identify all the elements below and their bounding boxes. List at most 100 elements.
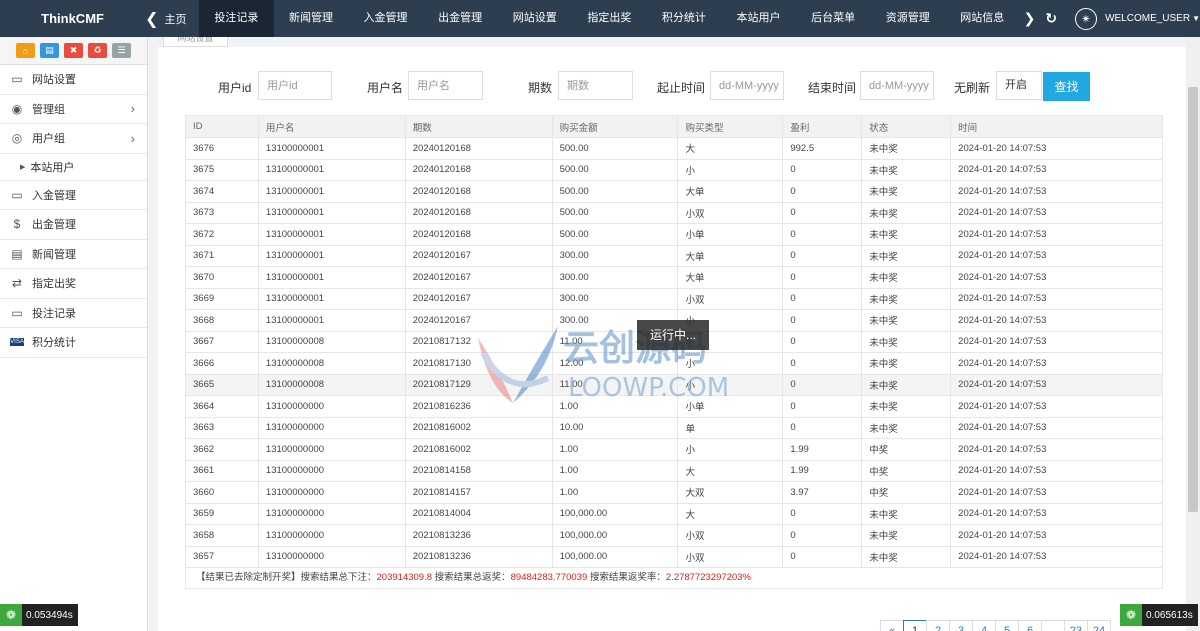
page-link[interactable]: 2	[926, 620, 950, 631]
scrollbar-thumb[interactable]	[1188, 87, 1198, 512]
table-row[interactable]: 3658 13100000000 20210813236 100,000.00 小双 0 未…	[185, 524, 1163, 547]
column-header[interactable]: 时间	[950, 115, 1163, 138]
table-cell: 0	[782, 352, 863, 375]
page-link[interactable]: 23	[1064, 620, 1088, 631]
column-header[interactable]: 状态	[861, 115, 952, 138]
scrollbar[interactable]	[1186, 37, 1200, 631]
user-id-input[interactable]	[258, 71, 332, 100]
trash-icon[interactable]: ✖	[64, 43, 83, 58]
page-link[interactable]: 24	[1087, 620, 1111, 631]
nav-item[interactable]: 指定出奖	[572, 0, 647, 37]
table-cell: 小单	[677, 395, 784, 418]
return-rate-value: 2.2787723297203%	[665, 572, 751, 583]
table-cell: 2024-01-20 14:07:53	[950, 244, 1163, 267]
nav-item[interactable]: 出金管理	[423, 0, 498, 37]
tab-website-settings[interactable]: 网站设置	[163, 37, 228, 47]
summary-row: 【结果已去除定制开奖】搜索结果总下注：203914309.8 搜索结果总返奖：8…	[185, 567, 1163, 589]
page-link[interactable]: 1	[903, 620, 927, 631]
chevron-right-icon[interactable]: ❯	[1024, 10, 1036, 27]
sidebar-item[interactable]: ▭ 网站设置	[0, 65, 147, 95]
table-row[interactable]: 3666 13100000008 20210817130 12.00 小 0 未中奖 2024…	[185, 352, 1163, 375]
sidebar-subitem-site-users[interactable]: ▶ 本站用户	[0, 153, 147, 181]
column-header[interactable]: ID	[185, 115, 259, 138]
nav-item[interactable]: 资源管理	[870, 0, 945, 37]
recycle-icon[interactable]: ♻	[88, 43, 107, 58]
column-header[interactable]: 期数	[404, 115, 553, 138]
list-icon[interactable]: ☰	[112, 43, 131, 58]
table-cell: 1.00	[551, 481, 679, 504]
nav-item[interactable]: 后台菜单	[796, 0, 871, 37]
table-header-row: ID 用户名 期数 购买金额 购买类型 盈利 状态 时间	[185, 115, 1163, 138]
nav-item[interactable]: 入金管理	[348, 0, 423, 37]
page-link[interactable]: 3	[949, 620, 973, 631]
column-header[interactable]: 购买类型	[677, 115, 784, 138]
table-cell: 20210814004	[404, 502, 553, 525]
chevron-left-icon: ❮	[145, 10, 159, 28]
table-row[interactable]: 3672 13100000001 20240120168 500.00 小单 0 未中奖 20…	[185, 223, 1163, 246]
table-row[interactable]: 3664 13100000000 20210816236 1.00 小单 0 未中奖 2024…	[185, 395, 1163, 418]
timer-right: ❁ 0.065613s	[1120, 604, 1198, 626]
sidebar-item[interactable]: ◉ 管理组 ›	[0, 95, 147, 124]
sidebar-item[interactable]: ◎ 用户组 ›	[0, 124, 147, 154]
table-cell: 13100000000	[257, 416, 406, 439]
sidebar-item[interactable]: ▭ 投注记录	[0, 299, 147, 328]
table-row[interactable]: 3659 13100000000 20210814004 100,000.00 大 0 未中…	[185, 502, 1163, 525]
table-row[interactable]: 3657 13100000000 20210813236 100,000.00 小双 0 未…	[185, 545, 1163, 568]
column-header[interactable]: 购买金额	[551, 115, 679, 138]
table-row[interactable]: 3674 13100000001 20240120168 500.00 大单 0 未中奖 20…	[185, 180, 1163, 203]
nav-item[interactable]: 投注记录	[199, 0, 274, 37]
table-row[interactable]: 3676 13100000001 20240120168 500.00 大 992.5 未中…	[185, 137, 1163, 160]
table-row[interactable]: 3660 13100000000 20210814157 1.00 大双 3.97 中奖 20…	[185, 481, 1163, 504]
table-row[interactable]: 3671 13100000001 20240120167 300.00 大单 0 未中奖 20…	[185, 244, 1163, 267]
nav-item[interactable]: 本站用户	[721, 0, 796, 37]
table-row[interactable]: 3670 13100000001 20240120167 300.00 大单 0 未中奖 20…	[185, 266, 1163, 289]
page-link[interactable]: 4	[972, 620, 996, 631]
table-row[interactable]: 3665 13100000008 20210817129 11.00 小 0 未中奖 2024…	[185, 373, 1163, 396]
nav-item[interactable]: 网站设置	[497, 0, 572, 37]
home-icon[interactable]: ⌂	[16, 43, 35, 58]
table-row[interactable]: 3662 13100000000 20210816002 1.00 小 1.99 中奖 202…	[185, 438, 1163, 461]
start-time-label: 起止时间	[657, 81, 706, 95]
document-icon[interactable]: ▤	[40, 43, 59, 58]
start-time-input[interactable]	[710, 71, 784, 100]
page-link[interactable]: 6	[1018, 620, 1042, 631]
top-navbar: ThinkCMF ❮ 主页 投注记录 新闻管理 入金管理 出金管理 网站设置 指定出奖 积分…	[0, 0, 1200, 37]
column-header[interactable]: 用户名	[257, 115, 406, 138]
table-cell: 2024-01-20 14:07:53	[950, 137, 1163, 160]
sidebar-item[interactable]: ▭ 入金管理	[0, 181, 147, 210]
column-header[interactable]: 盈利	[782, 115, 863, 138]
table-cell: 0	[782, 545, 863, 568]
table-cell: 20210817129	[404, 373, 553, 396]
table-cell: 3667	[185, 330, 259, 353]
table-row[interactable]: 3675 13100000001 20240120168 500.00 小 0 未中奖 202…	[185, 158, 1163, 181]
nav-item[interactable]: 积分统计	[647, 0, 722, 37]
sidebar-item[interactable]: VISA 积分统计	[0, 328, 147, 358]
end-time-input[interactable]	[860, 71, 934, 100]
sidebar-item[interactable]: ▤ 新闻管理	[0, 240, 147, 269]
table-row[interactable]: 3663 13100000000 20210816002 10.00 单 0 未中奖 2024…	[185, 416, 1163, 439]
table-cell: 3659	[185, 502, 259, 525]
no-refresh-label: 无刷新	[954, 81, 991, 95]
nav-item[interactable]: 网站信息	[945, 0, 1020, 37]
user-menu[interactable]: ✴ WELCOME_USER ▼	[1075, 7, 1200, 30]
nav-item[interactable]: 新闻管理	[274, 0, 349, 37]
sidebar-item[interactable]: ⇄ 指定出奖	[0, 269, 147, 299]
page-link[interactable]: «	[880, 620, 904, 631]
username-input[interactable]	[408, 71, 483, 100]
table-cell: 未中奖	[861, 502, 952, 525]
table-row[interactable]: 3661 13100000000 20210814158 1.00 大 1.99 中奖 202…	[185, 459, 1163, 482]
sidebar-item[interactable]: $ 出金管理	[0, 210, 147, 240]
no-refresh-select[interactable]: 开启	[996, 71, 1042, 100]
table-cell: 0	[782, 266, 863, 289]
brand-logo[interactable]: ThinkCMF	[0, 11, 145, 26]
table-cell: 未中奖	[861, 180, 952, 203]
home-back-button[interactable]: ❮ 主页	[145, 9, 199, 29]
table-row[interactable]: 3673 13100000001 20240120168 500.00 小双 0 未中奖 20…	[185, 201, 1163, 224]
search-button[interactable]: 查找	[1043, 72, 1090, 101]
table-row[interactable]: 3669 13100000001 20240120167 300.00 小双 0 未中奖 20…	[185, 287, 1163, 310]
refresh-icon[interactable]: ↻	[1045, 10, 1057, 27]
table-cell: 20210814157	[404, 481, 553, 504]
period-input[interactable]	[558, 71, 633, 100]
page-link[interactable]: ...	[1041, 620, 1065, 631]
page-link[interactable]: 5	[995, 620, 1019, 631]
